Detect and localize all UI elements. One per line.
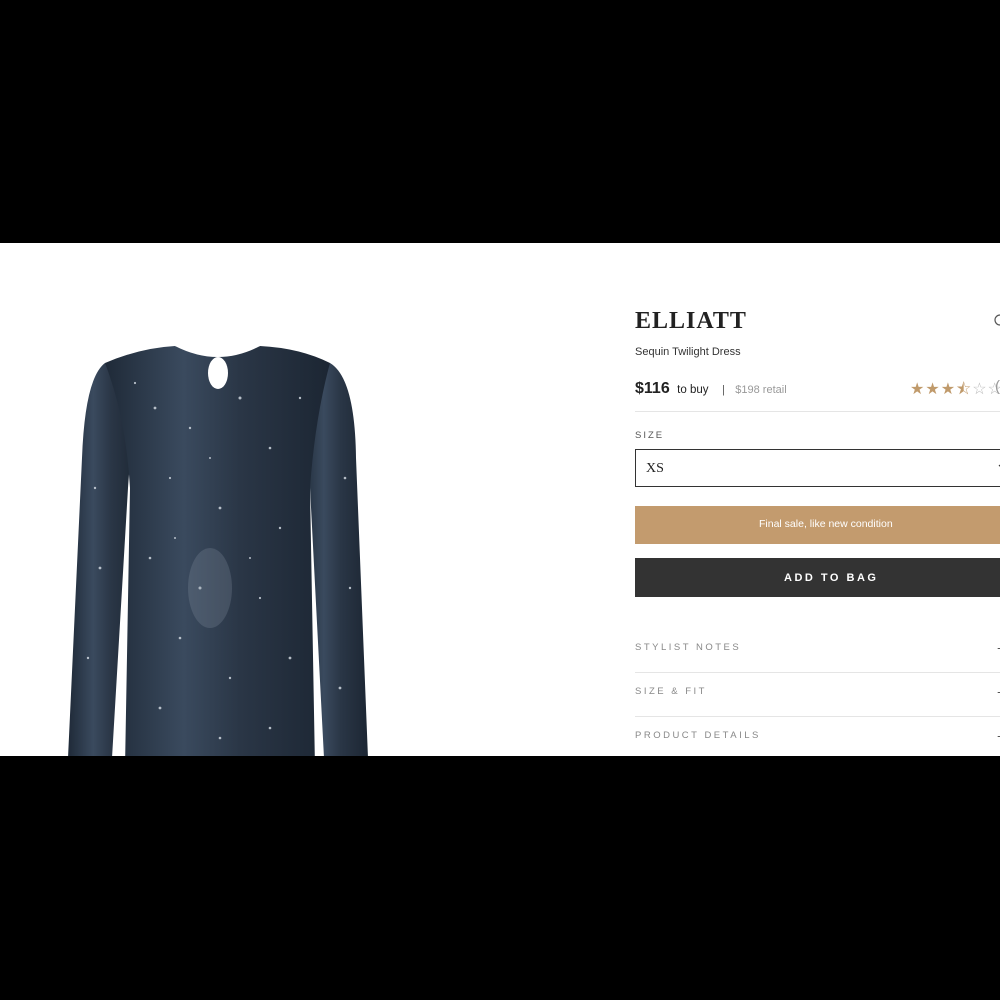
price-divider: |: [721, 384, 725, 396]
price: $116: [635, 380, 670, 397]
product-page: ELLIATT Sequin Twilight Dress $116 to bu…: [0, 243, 1000, 756]
price-row: $116 to buy | $198 retail: [635, 380, 787, 398]
add-to-bag-label: ADD TO BAG: [784, 572, 879, 584]
accordion-product-details[interactable]: PRODUCT DETAILS +: [635, 716, 1000, 756]
condition-button[interactable]: Final sale, like new condition: [635, 506, 1000, 544]
size-label: SIZE: [635, 430, 665, 441]
retail-price: $198 retail: [735, 384, 787, 396]
accordion-label: PRODUCT DETAILS: [635, 730, 761, 741]
condition-label: Final sale, like new condition: [759, 518, 893, 530]
share-icon[interactable]: [993, 313, 1000, 327]
product-image[interactable]: [60, 338, 390, 756]
stars-filled: ★★★: [910, 381, 957, 398]
sequin-dress-image: [68, 346, 368, 756]
add-to-bag-button[interactable]: ADD TO BAG: [635, 558, 1000, 597]
size-select[interactable]: XS: [635, 449, 1000, 487]
accordion-label: STYLIST NOTES: [635, 642, 742, 653]
divider: [635, 411, 1000, 412]
price-suffix: to buy: [677, 384, 709, 396]
product-info-panel: ELLIATT Sequin Twilight Dress $116 to bu…: [635, 243, 1000, 756]
star-half-icon: ⯪: [956, 381, 973, 398]
product-name: Sequin Twilight Dress: [635, 346, 741, 358]
size-selected-value: XS: [646, 461, 664, 476]
rating-stars[interactable]: ★★★⯪☆☆: [910, 378, 1000, 405]
accordion-label: SIZE & FIT: [635, 686, 707, 697]
accordion-stylist-notes[interactable]: STYLIST NOTES +: [635, 628, 1000, 672]
rating-count[interactable]: (: [995, 378, 1000, 395]
accordion-size-fit[interactable]: SIZE & FIT +: [635, 672, 1000, 716]
brand-name: ELLIATT: [635, 308, 747, 334]
